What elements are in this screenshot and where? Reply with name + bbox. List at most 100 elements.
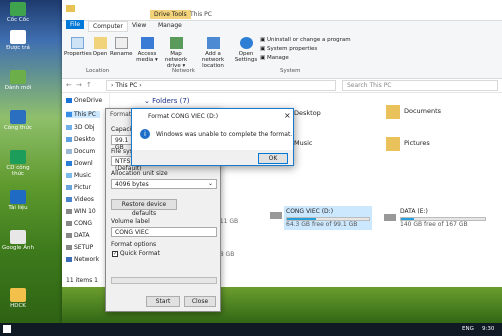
map-drive-button[interactable]: Map network drive ▾ [160, 37, 192, 69]
open-icon [93, 37, 107, 49]
breadcrumb[interactable]: › This PC › [106, 80, 336, 91]
open-settings-button[interactable]: Open Settings [234, 37, 258, 63]
tab-manage[interactable]: Manage [154, 21, 186, 30]
pictures-folder-icon [386, 137, 400, 151]
desktop-icon-2[interactable]: Được trả [0, 30, 36, 51]
clock[interactable]: 9:30 [482, 326, 494, 332]
access-media-button[interactable]: Access media ▾ [136, 37, 158, 63]
forward-icon[interactable]: → [76, 81, 82, 89]
properties-icon [70, 37, 84, 49]
rename-icon [114, 37, 128, 49]
desktop-icon-label: Google Ảnh [2, 245, 34, 251]
nav-item-drive-e[interactable]: DATA [66, 232, 89, 239]
tools-tab[interactable]: Drive Tools [150, 10, 191, 19]
desktop-icon-label: Tài liệu [8, 205, 28, 211]
manage-button[interactable]: ▣ Manage [260, 55, 289, 61]
nav-item-music[interactable]: Music [66, 172, 91, 179]
desktop-icon-4[interactable]: Công thức [0, 110, 36, 131]
media-icon [140, 37, 154, 49]
gear-icon [239, 37, 253, 49]
close-icon[interactable]: × [284, 111, 291, 120]
tab-view[interactable]: View [128, 21, 150, 30]
tab-file[interactable]: File [66, 20, 85, 29]
nav-item-onedrive[interactable]: OneDrive [66, 97, 102, 104]
error-message-box: Format CONG VIEC (D:) × i Windows was un… [131, 108, 294, 166]
desktop-icon-8[interactable]: HDCK [0, 288, 36, 309]
nav-item-pictures[interactable]: Pictur [66, 184, 91, 191]
start-icon[interactable] [3, 325, 11, 333]
desktop-icon-6[interactable]: Tài liệu [0, 190, 36, 211]
volume-label: Volume label [111, 218, 150, 225]
open-button[interactable]: Open [92, 37, 108, 57]
options-label: Format options [111, 241, 157, 248]
desktop-icon-label: CD công thức [6, 165, 30, 177]
nav-item-network[interactable]: Network [66, 256, 99, 263]
close-button[interactable]: Close [184, 296, 216, 307]
up-icon[interactable]: ↑ [86, 81, 92, 89]
properties-button[interactable]: Properties [64, 37, 92, 57]
search-input[interactable]: Search This PC [342, 80, 498, 91]
format-progress-bar [111, 277, 217, 284]
rename-button[interactable]: Rename [110, 37, 133, 57]
ok-button[interactable]: OK [258, 153, 288, 164]
nav-item-3dobjects[interactable]: 3D Obj [66, 124, 95, 131]
desktop-icon-5[interactable]: CD công thức [0, 150, 36, 177]
desktop-icon-coccoc[interactable]: Cốc Cốc [0, 2, 36, 23]
drive-usage-fill [401, 218, 415, 220]
drive-size: 140 GB free of 167 GB [400, 221, 468, 228]
volume-input[interactable]: CONG VIEC [111, 227, 217, 237]
nav-item-drive-f[interactable]: SETUP [66, 244, 93, 251]
documents-folder-icon [386, 105, 400, 119]
desktop-icon-label: Công thức [3, 125, 33, 131]
folder-documents[interactable]: Documents [386, 105, 441, 119]
folder-desktop[interactable]: Desktop [294, 109, 321, 117]
quick-format-checkbox[interactable]: ✓ Quick Format [112, 250, 160, 257]
folder-pictures[interactable]: Pictures [386, 137, 430, 151]
language-indicator[interactable]: ENG [462, 326, 474, 332]
window-title: This PC [190, 11, 212, 18]
message-box-title: Format CONG VIEC (D:) [148, 113, 219, 120]
navigation-pane: OneDrive This PC 3D Obj Deskto Docum Dow… [62, 93, 110, 275]
item-count: 11 items 1 [66, 277, 98, 284]
nav-item-documents[interactable]: Docum [66, 148, 95, 155]
add-location-button[interactable]: Add a network location [194, 37, 232, 69]
drive-e[interactable]: DATA (E:) 140 GB free of 167 GB [384, 208, 486, 228]
desktop-icon-label: HDCK [10, 303, 26, 309]
drive-icon [270, 212, 282, 219]
folder-music[interactable]: Music [294, 139, 313, 147]
start-button[interactable]: Start [146, 296, 180, 307]
capacity-select[interactable]: 99.1 GB [111, 135, 133, 151]
network-drive-icon [169, 37, 183, 49]
group-label-network: Network [172, 68, 195, 74]
desktop-icon-7[interactable]: Google Ảnh [0, 230, 36, 251]
group-label-location: Location [86, 68, 110, 74]
nav-item-drive-c[interactable]: WIN 10 [66, 208, 96, 215]
group-label-system: System [280, 68, 301, 74]
system-properties-button[interactable]: ▣ System properties [260, 46, 317, 52]
checkbox-checked-icon: ✓ [112, 250, 118, 257]
drive-icon [384, 214, 396, 221]
tab-computer[interactable]: Computer [88, 21, 128, 32]
restore-defaults-button[interactable]: Restore device defaults [111, 199, 177, 217]
uninstall-button[interactable]: ▣ Uninstall or change a program [260, 37, 351, 43]
desktop-icon-label: Cốc Cốc [6, 17, 30, 23]
nav-item-drive-d[interactable]: CONG [66, 220, 92, 227]
allocation-select[interactable]: 4096 bytes ⌄ [111, 179, 217, 189]
drive-usage-fill [287, 218, 316, 220]
folder-icon [66, 5, 75, 12]
nav-item-videos[interactable]: Videos [66, 196, 94, 203]
folders-header[interactable]: ⌄ Folders (7) [144, 97, 190, 105]
add-location-icon [206, 37, 220, 49]
back-icon[interactable]: ← [66, 81, 72, 89]
ribbon: File Computer View Manage Properties Ope… [62, 20, 502, 79]
nav-item-thispc[interactable]: This PC [66, 111, 100, 118]
desktop-icon-label: Được trả [6, 45, 30, 51]
drive-size: 64.3 GB free of 99.1 GB [286, 221, 358, 228]
desktop-icon-3[interactable]: Dành mới [0, 70, 36, 91]
nav-item-desktop[interactable]: Deskto [66, 136, 95, 143]
address-bar: ← → ↑ › This PC › Search This PC [62, 79, 502, 93]
nav-item-downloads[interactable]: Downl [66, 160, 93, 167]
drive-d[interactable]: CONG VIEC (D:) 64.3 GB free of 99.1 GB [270, 206, 372, 230]
desktop-icon-label: Dành mới [4, 85, 32, 91]
taskbar: ENG 9:30 [0, 323, 502, 336]
